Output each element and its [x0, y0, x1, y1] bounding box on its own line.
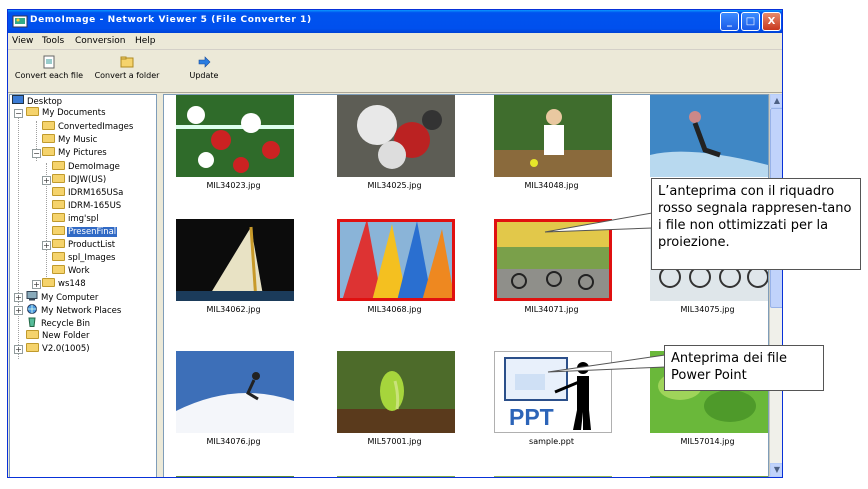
callout-red-frame-note: L’anteprima con il riquadro rosso segnal… [651, 178, 861, 270]
callout-powerpoint-note: Anteprima dei file Power Point [664, 345, 824, 391]
